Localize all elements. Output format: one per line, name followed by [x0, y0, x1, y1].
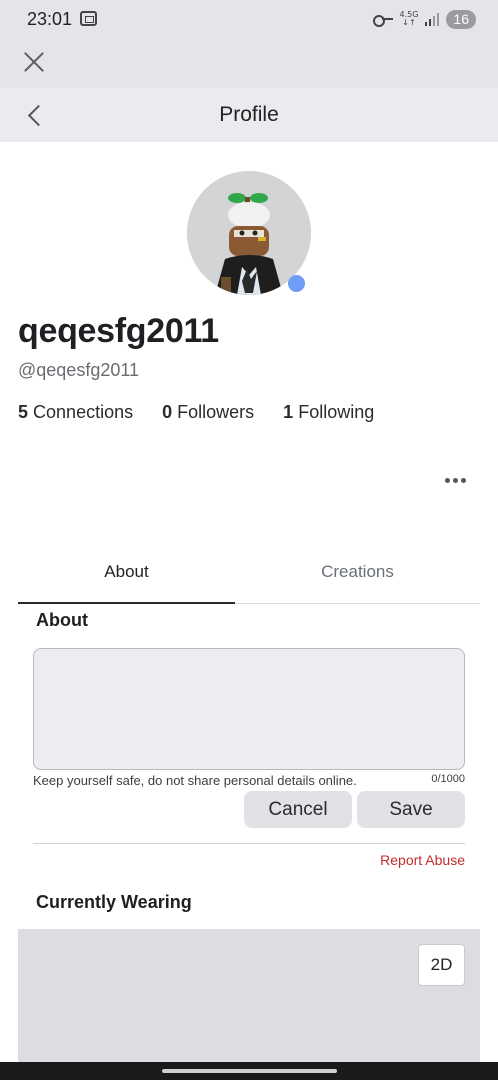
currently-wearing-heading: Currently Wearing — [36, 892, 192, 912]
stat-label: Following — [298, 402, 375, 422]
report-abuse-link[interactable]: Report Abuse — [380, 852, 465, 868]
stat-count: 0 — [162, 402, 173, 422]
home-indicator[interactable] — [162, 1069, 337, 1073]
about-heading: About — [36, 610, 88, 630]
more-options-icon[interactable] — [445, 475, 467, 485]
network-activity-label: ↓↑ — [402, 18, 416, 27]
display-name: qeqesfg2011 — [18, 312, 219, 350]
signal-icon — [425, 12, 440, 26]
status-bar: 23:01 4.5G ↓↑ 16 — [0, 0, 498, 38]
tab-about[interactable]: About — [18, 545, 235, 604]
stat-label: Followers — [177, 402, 255, 422]
battery-indicator: 16 — [446, 9, 476, 29]
profile-tabs: About Creations — [18, 545, 480, 604]
cancel-button[interactable]: Cancel — [244, 791, 352, 828]
stat-count: 5 — [18, 402, 29, 422]
presence-indicator — [288, 275, 305, 292]
save-button[interactable]: Save — [357, 791, 465, 828]
close-bar — [0, 38, 498, 88]
screenshot-icon — [80, 11, 97, 26]
char-count: 0/1000 — [431, 773, 465, 785]
network-type: 4.5G ↓↑ — [400, 11, 419, 27]
currently-wearing-panel — [18, 929, 480, 1064]
stat-label: Connections — [33, 402, 134, 422]
about-textarea[interactable] — [33, 648, 465, 770]
view-2d-toggle-button[interactable]: 2D — [418, 944, 465, 986]
stat-count: 1 — [283, 402, 294, 422]
profile-stats: 5 Connections 0 Followers 1 Following — [18, 402, 374, 423]
status-time: 23:01 — [27, 9, 73, 29]
stat-following[interactable]: 1 Following — [283, 402, 374, 423]
close-icon[interactable] — [23, 51, 45, 73]
vpn-key-icon — [372, 14, 393, 27]
safety-note: Keep yourself safe, do not share persona… — [33, 773, 357, 788]
username: @qeqesfg2011 — [18, 360, 140, 380]
tab-creations[interactable]: Creations — [249, 545, 466, 604]
stat-followers[interactable]: 0 Followers — [162, 402, 254, 423]
divider — [33, 843, 465, 844]
page-title: Profile — [219, 103, 279, 126]
status-icons: 4.5G ↓↑ 16 — [372, 8, 476, 30]
stat-connections[interactable]: 5 Connections — [18, 402, 133, 423]
